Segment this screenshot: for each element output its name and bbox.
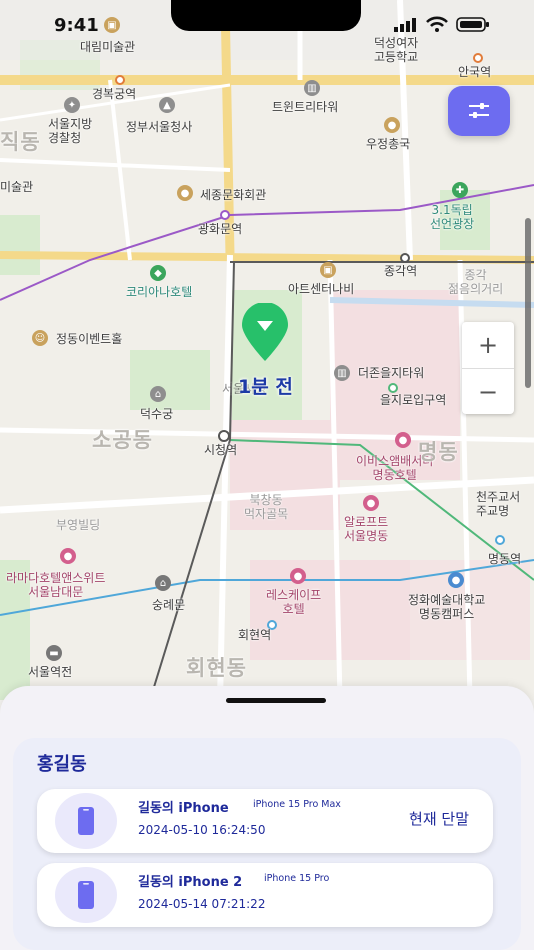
- owner-card: 홍길동 길동의 iPhone iPhone 15 Pro Max 2024-05…: [13, 738, 521, 950]
- zoom-in-button[interactable]: +: [462, 322, 514, 368]
- device-name: 길동의 iPhone 2: [138, 875, 243, 890]
- device-sheet[interactable]: 홍길동 길동의 iPhone iPhone 15 Pro Max 2024-05…: [0, 686, 534, 950]
- map-label-cheonju: 천주교서 주교명: [476, 490, 521, 519]
- map-label-jonggak-youth: 종각 젊음의거리: [448, 268, 504, 297]
- map-label-police: 서울지방 경찰청: [48, 117, 93, 146]
- ibis-poi-icon[interactable]: ●: [395, 432, 411, 448]
- map-label-euljiro: 을지로입구역: [380, 393, 447, 407]
- school-poi-icon[interactable]: ●: [448, 572, 464, 588]
- map-label-hoehyeon-dong: 회현동: [186, 656, 247, 680]
- zoom-out-button[interactable]: −: [462, 369, 514, 415]
- cellular-signal-icon: [394, 18, 416, 32]
- lescape-poi-icon[interactable]: ●: [290, 568, 306, 584]
- device-timestamp: 2024-05-14 07:21:22: [138, 897, 266, 911]
- current-device-badge: 현재 단말: [409, 810, 469, 828]
- map-label-ujeong: 우정총국: [366, 137, 411, 151]
- hall-poi-icon[interactable]: ☺: [32, 330, 48, 346]
- map-label-ramada: 라마다호텔앤스위트 서울남대문: [6, 571, 106, 600]
- sheet-grabber[interactable]: [226, 698, 326, 703]
- government-poi-icon[interactable]: ▲: [159, 97, 175, 113]
- dynamic-island: [171, 0, 361, 31]
- twin-tree-poi-icon[interactable]: ▥: [304, 80, 320, 96]
- device-model: iPhone 15 Pro Max: [253, 799, 341, 810]
- map-label-bukchang: 북창동 먹자골목: [244, 493, 289, 522]
- owner-name: 홍길동: [37, 754, 87, 775]
- device-row[interactable]: 길동의 iPhone iPhone 15 Pro Max 2024-05-10 …: [37, 789, 493, 853]
- device-timestamp: 2024-05-10 16:24:50: [138, 823, 266, 837]
- phone-icon: [78, 807, 94, 835]
- map-label-gov-complex: 정부서울청사: [126, 120, 193, 134]
- map-label-gwanghwamun: 광화문역: [198, 222, 243, 236]
- marker-time-label: 1분 전: [238, 376, 293, 398]
- map-label-jikdong: 직동: [0, 130, 41, 154]
- police-poi-icon[interactable]: ✦: [64, 97, 80, 113]
- map-label-arts-univ: 정화예술대학교 명동캠퍼스: [408, 593, 486, 622]
- map-label-samil: 3.1독립 선언광장: [430, 203, 475, 232]
- map-label-deoksu: 덕수궁: [140, 407, 174, 421]
- hotel-poi-icon[interactable]: ◆: [150, 265, 166, 281]
- device-row[interactable]: 길동의 iPhone 2 iPhone 15 Pro 2024-05-14 07…: [37, 863, 493, 927]
- map-label-lescape: 레스케이프 호텔: [266, 588, 322, 617]
- map-label-sungnyemun: 숭례문: [152, 598, 186, 612]
- map-label-hoehyeon-stn: 회현역: [238, 628, 272, 642]
- map-label-sejong: 세종문화회관: [200, 188, 267, 202]
- gate-poi-icon[interactable]: ⌂: [155, 575, 171, 591]
- phone-icon: [78, 881, 94, 909]
- map-label-anguk: 안국역: [458, 65, 492, 79]
- wifi-icon: [426, 16, 448, 32]
- map-label-jeongdong: 정동이벤트홀: [56, 332, 123, 346]
- status-time: 9:41: [54, 15, 99, 36]
- device-avatar: [55, 793, 117, 849]
- map-label-myeongdong-stn: 명동역: [488, 552, 522, 566]
- culture-poi-icon[interactable]: ●: [177, 185, 193, 201]
- map-label-twin: 트윈트리타워: [272, 100, 339, 114]
- map-label-artcenter: 아트센터나비: [288, 282, 355, 296]
- map-label-cityhall: 시청역: [204, 443, 238, 457]
- map-label-buyoung: 부영빌딩: [56, 518, 101, 532]
- post-poi-icon[interactable]: ●: [384, 117, 400, 133]
- sliders-icon: [469, 103, 489, 118]
- map-label-seoul-station: 서울역전: [28, 665, 73, 679]
- device-name: 길동의 iPhone: [138, 801, 229, 816]
- map-label-myeongdong-area: 명동: [418, 440, 459, 464]
- zoom-control: + −: [462, 322, 514, 414]
- map-label-the-center: 더존을지타워: [358, 366, 425, 380]
- map-label-gyeongbok: 경복궁역: [92, 87, 137, 101]
- device-avatar: [55, 867, 117, 923]
- map-label-sogong: 소공동: [92, 428, 153, 452]
- plaza-poi-icon[interactable]: ✚: [452, 182, 468, 198]
- map-label-museum: 미술관: [0, 180, 34, 194]
- ramada-poi-icon[interactable]: ●: [60, 548, 76, 564]
- device-model: iPhone 15 Pro: [264, 873, 330, 884]
- map-label-loft: 알로프트 서울명동: [344, 515, 389, 544]
- map-edge-handle[interactable]: [525, 218, 531, 388]
- map-label-jonggak: 종각역: [384, 264, 418, 278]
- seoul-station-poi-icon[interactable]: ▬: [46, 645, 62, 661]
- location-pin-icon: [242, 303, 288, 361]
- tower-poi-icon[interactable]: ▥: [334, 365, 350, 381]
- battery-icon: [456, 17, 489, 32]
- filter-button[interactable]: [448, 86, 510, 136]
- loft-poi-icon[interactable]: ●: [363, 495, 379, 511]
- artcenter-poi-icon[interactable]: ▣: [320, 262, 336, 278]
- palace-poi-icon[interactable]: ⌂: [150, 386, 166, 402]
- status-bar: 9:41: [0, 0, 534, 50]
- map-label-koreana: 코리아나호텔: [126, 285, 193, 299]
